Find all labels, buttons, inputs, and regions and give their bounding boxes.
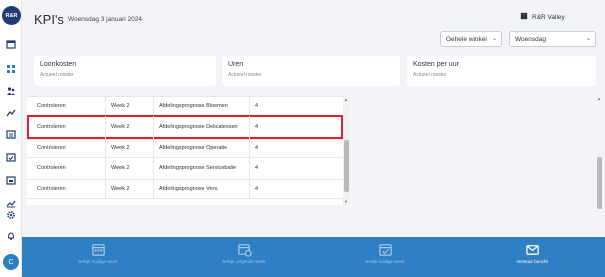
trend-icon[interactable] — [4, 106, 18, 120]
people-icon[interactable] — [4, 84, 18, 98]
kpi-card-loonkosten: Loonkosten Actueel rooster — [34, 56, 216, 86]
store-select[interactable]: Gehele winkel ⌄ — [440, 31, 502, 47]
grid-icon[interactable] — [4, 62, 18, 76]
tasks-table: Controleren Week 2 Afdelingsprognose Blo… — [27, 96, 350, 205]
nav-label: Bekijk huidige week — [78, 259, 118, 264]
kpi-subtitle: Actueel rooster — [228, 72, 262, 78]
gear-icon[interactable] — [4, 208, 18, 222]
nav-label: Bekijk huidige week — [365, 259, 405, 264]
cell-department: Afdelingsprognose Bloemen — [153, 97, 249, 115]
kpi-title: Uren — [228, 61, 244, 68]
cell-type: Controleren — [37, 185, 66, 192]
cell-department: Afdelingsprognose Delicatessen — [153, 116, 249, 139]
cell-value: 4 — [249, 116, 343, 139]
page-scrollbar[interactable]: ▲ — [596, 95, 603, 213]
calendar-icon — [91, 244, 105, 256]
cell-type: Controleren — [37, 124, 66, 130]
table-scrollbar[interactable]: ▲ ▼ — [343, 96, 350, 205]
calendar-check-icon — [378, 244, 392, 256]
nav-view-next-week[interactable]: Bekijk volgende week — [204, 237, 284, 277]
nav-view-current-week[interactable]: Bekijk huidige week — [58, 237, 138, 277]
page-date: Woensdag 3 januari 2024 — [68, 16, 142, 23]
nav-label: Verstuur bericht — [516, 259, 548, 264]
mail-icon — [525, 245, 539, 255]
scroll-down-icon[interactable]: ▼ — [344, 199, 348, 204]
table-row[interactable]: Controleren Week 2 Afdelingsprognose Ver… — [27, 179, 343, 199]
kpi-card-uren: Uren Actueel rooster — [222, 56, 400, 86]
table-scrollbar-thumb[interactable] — [344, 140, 349, 192]
cell-type: Controleren — [37, 165, 66, 171]
table-row[interactable]: Controleren Week 2 Afdelingsprognose Ope… — [27, 139, 343, 157]
day-select-value: Woensdag — [515, 35, 546, 43]
cell-department: Afdelingsprognose Operatie — [153, 140, 249, 157]
table-row[interactable]: Controleren Week 2 Afdelingsprognose Blo… — [27, 96, 343, 115]
kpi-subtitle: Actueel rooster — [40, 72, 74, 78]
kpi-subtitle: Actueel rooster — [413, 72, 447, 78]
calendar-edit-icon[interactable] — [4, 173, 18, 187]
avatar[interactable]: C — [3, 254, 19, 270]
cell-value: 4 — [249, 97, 343, 115]
store-select-value: Gehele winkel — [446, 35, 487, 43]
nav-check-current-week[interactable]: Bekijk huidige week — [345, 237, 425, 277]
cell-week: Week 2 — [105, 180, 153, 198]
nav-label: Bekijk volgende week — [222, 259, 266, 264]
scroll-up-icon[interactable]: ▲ — [597, 96, 601, 101]
store-indicator[interactable]: R&R Valley — [520, 12, 565, 22]
app-logo[interactable]: R&R — [2, 6, 21, 25]
cell-week: Week 2 — [105, 97, 153, 115]
calendar-refresh-icon — [237, 244, 252, 257]
chevron-down-icon: ⌄ — [491, 36, 497, 42]
store-name: R&R Valley — [532, 13, 565, 21]
bell-icon[interactable] — [4, 229, 18, 243]
cell-value: 4 — [249, 140, 343, 157]
cell-department: Afdelingsprognose Vers. — [153, 180, 249, 198]
cell-value: 4 — [249, 180, 343, 198]
sidebar: R&R C — [0, 0, 22, 277]
kpi-card-kosten-per-uur: Kosten per uur Actueel rooster — [407, 56, 596, 86]
kpi-title: Loonkosten — [40, 61, 77, 68]
calendar-check-icon[interactable] — [4, 150, 18, 164]
cell-week: Week 2 — [105, 140, 153, 157]
table-row-selected[interactable]: Controleren Week 2 Afdelingsprognose Del… — [27, 115, 343, 139]
cell-week: Week 2 — [105, 158, 153, 179]
page-title: KPI's — [34, 12, 64, 27]
cell-week: Week 2 — [105, 116, 153, 139]
day-select[interactable]: Woensdag ⌄ — [509, 31, 596, 47]
bottom-nav: Bekijk huidige week Bekijk volgende week… — [22, 237, 605, 277]
cell-value: 4 — [249, 158, 343, 179]
chevron-down-icon: ⌄ — [585, 36, 591, 42]
store-icon — [520, 12, 528, 22]
table-row[interactable]: Controleren Week 2 Afdelingsprognose Ser… — [27, 157, 343, 179]
calendar-list-icon[interactable] — [4, 127, 18, 141]
calendar-icon[interactable] — [4, 37, 18, 51]
cell-type: Controleren — [37, 145, 66, 151]
kpi-title: Kosten per uur — [413, 61, 459, 68]
page-scrollbar-thumb[interactable] — [597, 157, 602, 209]
scroll-up-icon[interactable]: ▲ — [344, 97, 348, 102]
nav-send-message[interactable]: Verstuur bericht — [492, 237, 572, 277]
cell-type: Controleren — [37, 102, 66, 109]
cell-department: Afdelingsprognose Servicebalie — [153, 158, 249, 179]
